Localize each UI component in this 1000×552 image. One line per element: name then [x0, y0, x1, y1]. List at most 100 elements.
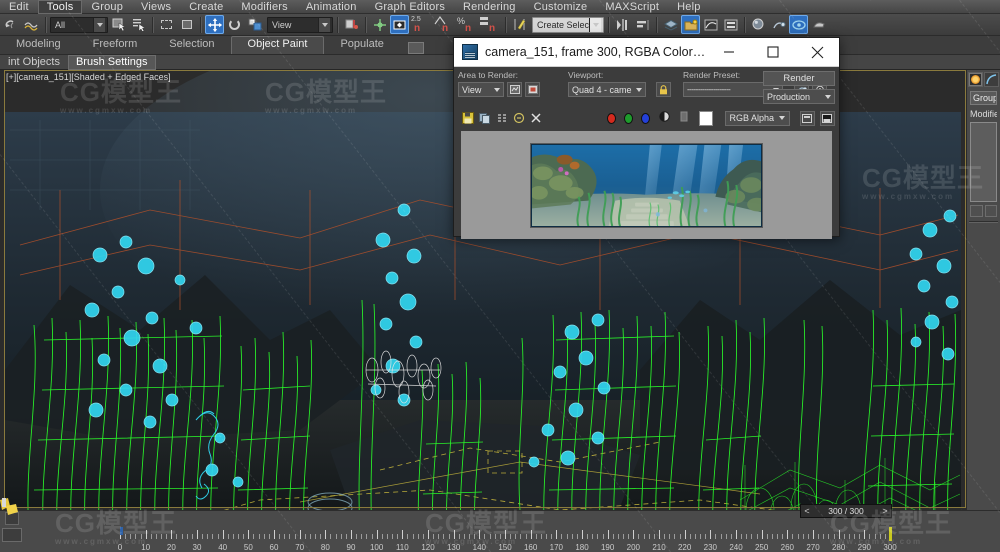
menu-item-tools[interactable]: Tools: [37, 0, 83, 14]
color-swatch[interactable]: [699, 110, 714, 126]
use-pivot-point-center-icon[interactable]: [342, 15, 361, 34]
menu-item-customize[interactable]: Customize: [525, 0, 597, 14]
align-icon[interactable]: [633, 15, 652, 34]
percent-snap-toggle-icon[interactable]: n: [479, 15, 501, 34]
timeline-playhead[interactable]: [889, 527, 892, 541]
select-and-move-icon[interactable]: [205, 15, 224, 34]
selection-filter-combo[interactable]: All: [50, 16, 108, 33]
pin-stack-icon[interactable]: [970, 205, 983, 217]
schematic-view-icon[interactable]: [721, 15, 740, 34]
redo-icon[interactable]: [22, 15, 41, 34]
ruler-tick: [813, 530, 814, 539]
render-production-icon[interactable]: [809, 15, 828, 34]
close-button[interactable]: [795, 38, 839, 67]
rendered-frame-window-icon[interactable]: [789, 15, 808, 34]
snap-toggle-icon[interactable]: [390, 15, 409, 34]
ruler-tick: [684, 530, 686, 539]
material-editor-icon[interactable]: [749, 15, 768, 34]
menu-item-maxscript[interactable]: MAXScript: [596, 0, 668, 14]
render-setup-icon[interactable]: [769, 15, 788, 34]
alpha-channel-icon[interactable]: [679, 109, 689, 127]
time-slider[interactable]: < 300 / 300 >: [800, 504, 892, 518]
command-panel: Group1 Modifier: [966, 70, 1000, 510]
modifier-stack[interactable]: [970, 122, 997, 202]
select-region-icon[interactable]: [157, 15, 176, 34]
edit-region-icon[interactable]: [525, 82, 540, 97]
menu-item-edit[interactable]: Edit: [0, 0, 38, 14]
green-channel-toggle[interactable]: [624, 112, 634, 124]
lock-icon[interactable]: [656, 82, 671, 97]
blue-channel-toggle[interactable]: [641, 112, 651, 124]
menu-item-modifiers[interactable]: Modifiers: [232, 0, 296, 14]
menu-item-views[interactable]: Views: [132, 0, 180, 14]
percent-snap-icon[interactable]: n: [433, 15, 455, 34]
select-and-manipulate-icon[interactable]: [370, 15, 389, 34]
render-button[interactable]: Render: [763, 71, 835, 86]
channel-display-combo[interactable]: RGB Alpha: [725, 110, 790, 126]
auto-region-selected-icon[interactable]: [507, 82, 522, 97]
rendered-image[interactable]: [530, 142, 763, 228]
modify-tab[interactable]: [984, 72, 999, 87]
viewport-combo[interactable]: Quad 4 - camera: [568, 82, 646, 97]
select-object-icon[interactable]: [109, 15, 128, 34]
ribbon-tab-modeling[interactable]: Modeling: [0, 36, 77, 54]
graphite-modeling-tools-icon[interactable]: [681, 15, 700, 34]
named-selection-sets-combo[interactable]: Create Selection S: [532, 16, 604, 33]
create-tab[interactable]: [968, 72, 983, 87]
ribbon-tab-object-paint[interactable]: Object Paint: [230, 36, 325, 54]
ruler-tick: [623, 534, 625, 539]
clear-image-icon[interactable]: [528, 111, 543, 126]
monochrome-icon[interactable]: [659, 109, 670, 127]
ruler-tick: [171, 530, 173, 539]
clone-rendered-frame-icon[interactable]: [494, 111, 509, 126]
layer-manager-icon[interactable]: [661, 15, 680, 34]
curve-editor-icon[interactable]: [701, 15, 720, 34]
copy-image-icon[interactable]: [477, 111, 492, 126]
menu-item-group[interactable]: Group: [82, 0, 132, 14]
menu-item-help[interactable]: Help: [668, 0, 709, 14]
mirror-icon[interactable]: [613, 15, 632, 34]
window-crossing-icon[interactable]: [177, 15, 196, 34]
ruler-tick: [186, 534, 188, 539]
reference-coordinate-combo[interactable]: View: [267, 16, 333, 33]
timeline-config-icon[interactable]: [2, 528, 22, 542]
select-by-name-icon[interactable]: [129, 15, 148, 34]
menu-item-animation[interactable]: Animation: [297, 0, 366, 14]
undo-icon[interactable]: [2, 15, 21, 34]
print-image-icon[interactable]: [511, 111, 526, 126]
ribbon-subtab-brush-settings[interactable]: Brush Settings: [67, 54, 156, 70]
ribbon-minimize-icon[interactable]: [407, 42, 424, 54]
minimize-button[interactable]: [707, 38, 751, 67]
save-image-icon[interactable]: [460, 111, 475, 126]
render-image-canvas[interactable]: [461, 131, 832, 239]
area-to-render-combo[interactable]: View: [458, 82, 504, 97]
show-end-result-icon[interactable]: [984, 205, 997, 217]
ribbon-tab-selection[interactable]: Selection: [153, 36, 230, 54]
maximize-button[interactable]: [751, 38, 795, 67]
toggle-ui-icon[interactable]: [799, 110, 815, 126]
duplicate-view-icon[interactable]: [819, 110, 835, 126]
ruler-tick: [397, 534, 399, 539]
select-and-scale-icon[interactable]: [245, 15, 264, 34]
menu-item-graph-editors[interactable]: Graph Editors: [366, 0, 454, 14]
angle-snap-icon[interactable]: 2.5 n: [410, 15, 432, 34]
red-channel-toggle[interactable]: [607, 112, 617, 124]
ruler-label: 280: [831, 543, 846, 552]
ribbon-tab-freeform[interactable]: Freeform: [77, 36, 154, 54]
ruler-tick: [648, 534, 650, 539]
spinner-snap-icon[interactable]: % n: [456, 15, 478, 34]
ruler-tick: [828, 534, 830, 539]
select-and-rotate-icon[interactable]: [225, 15, 244, 34]
menu-item-create[interactable]: Create: [180, 0, 232, 14]
render-window-titlebar[interactable]: camera_151, frame 300, RGBA Color 16 Bit…: [454, 38, 839, 67]
ribbon-subtab-int-objects[interactable]: int Objects: [0, 55, 68, 70]
render-mode-combo[interactable]: Production: [763, 89, 835, 104]
menu-item-rendering[interactable]: Rendering: [454, 0, 525, 14]
timeline-ruler[interactable]: 0 10 20 30 40 50 60 70 80 90 100 110 120 130 140 150 160…: [0, 526, 1000, 552]
prev-frame-button[interactable]: <: [801, 505, 813, 517]
rendered-frame-window[interactable]: camera_151, frame 300, RGBA Color 16 Bit…: [453, 37, 840, 239]
ribbon-tab-populate[interactable]: Populate: [324, 36, 399, 54]
edit-named-selection-sets-icon[interactable]: [510, 15, 529, 34]
object-name-field[interactable]: Group1: [970, 91, 997, 105]
next-frame-button[interactable]: >: [879, 505, 891, 517]
